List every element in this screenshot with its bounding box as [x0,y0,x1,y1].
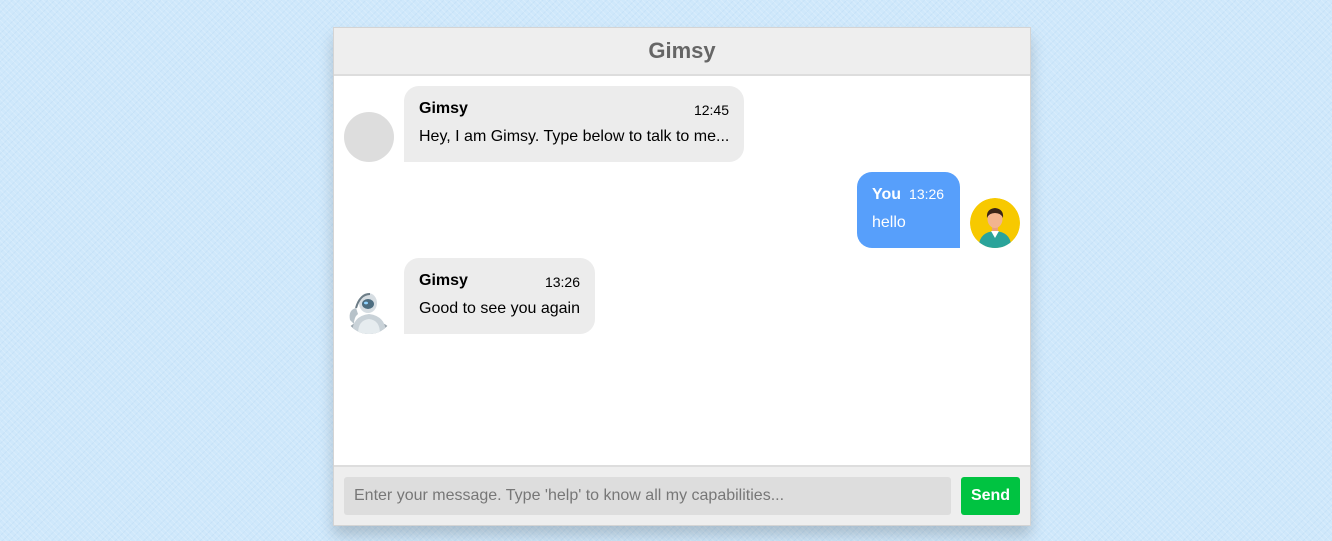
chat-title: Gimsy [648,38,716,63]
blank-avatar-icon [344,112,394,162]
message-item: Gimsy 12:45 Hey, I am Gimsy. Type below … [334,76,1030,162]
message-sender: Gimsy [419,272,468,289]
message-sender: Gimsy [419,100,468,117]
send-button[interactable]: Send [961,477,1020,515]
user-avatar-icon [970,198,1020,248]
message-bubble: You 13:26 hello [857,172,960,248]
message-sender: You [872,186,902,203]
chat-window: Gimsy Gimsy 12:45 Hey, I am Gimsy. Type … [333,27,1031,526]
message-text: hello [872,214,906,231]
message-bubble: Gimsy 12:45 Hey, I am Gimsy. Type below … [404,86,744,162]
message-bubble: Gimsy 13:26 Good to see you again [404,258,595,334]
chat-header: Gimsy [334,28,1030,76]
message-time: 13:26 [909,186,945,202]
message-composer: Send [334,465,1030,525]
message-text: Hey, I am Gimsy. Type below to talk to m… [419,128,730,145]
message-item: You 13:26 hello [334,162,1030,248]
robot-avatar-icon [344,284,394,334]
message-item: Gimsy 13:26 Good to see you again [334,248,1030,334]
message-list[interactable]: Gimsy 12:45 Hey, I am Gimsy. Type below … [334,76,1030,465]
message-time: 12:45 [693,102,729,118]
message-input[interactable] [344,477,951,515]
message-time: 13:26 [544,274,580,290]
message-text: Good to see you again [419,300,581,317]
